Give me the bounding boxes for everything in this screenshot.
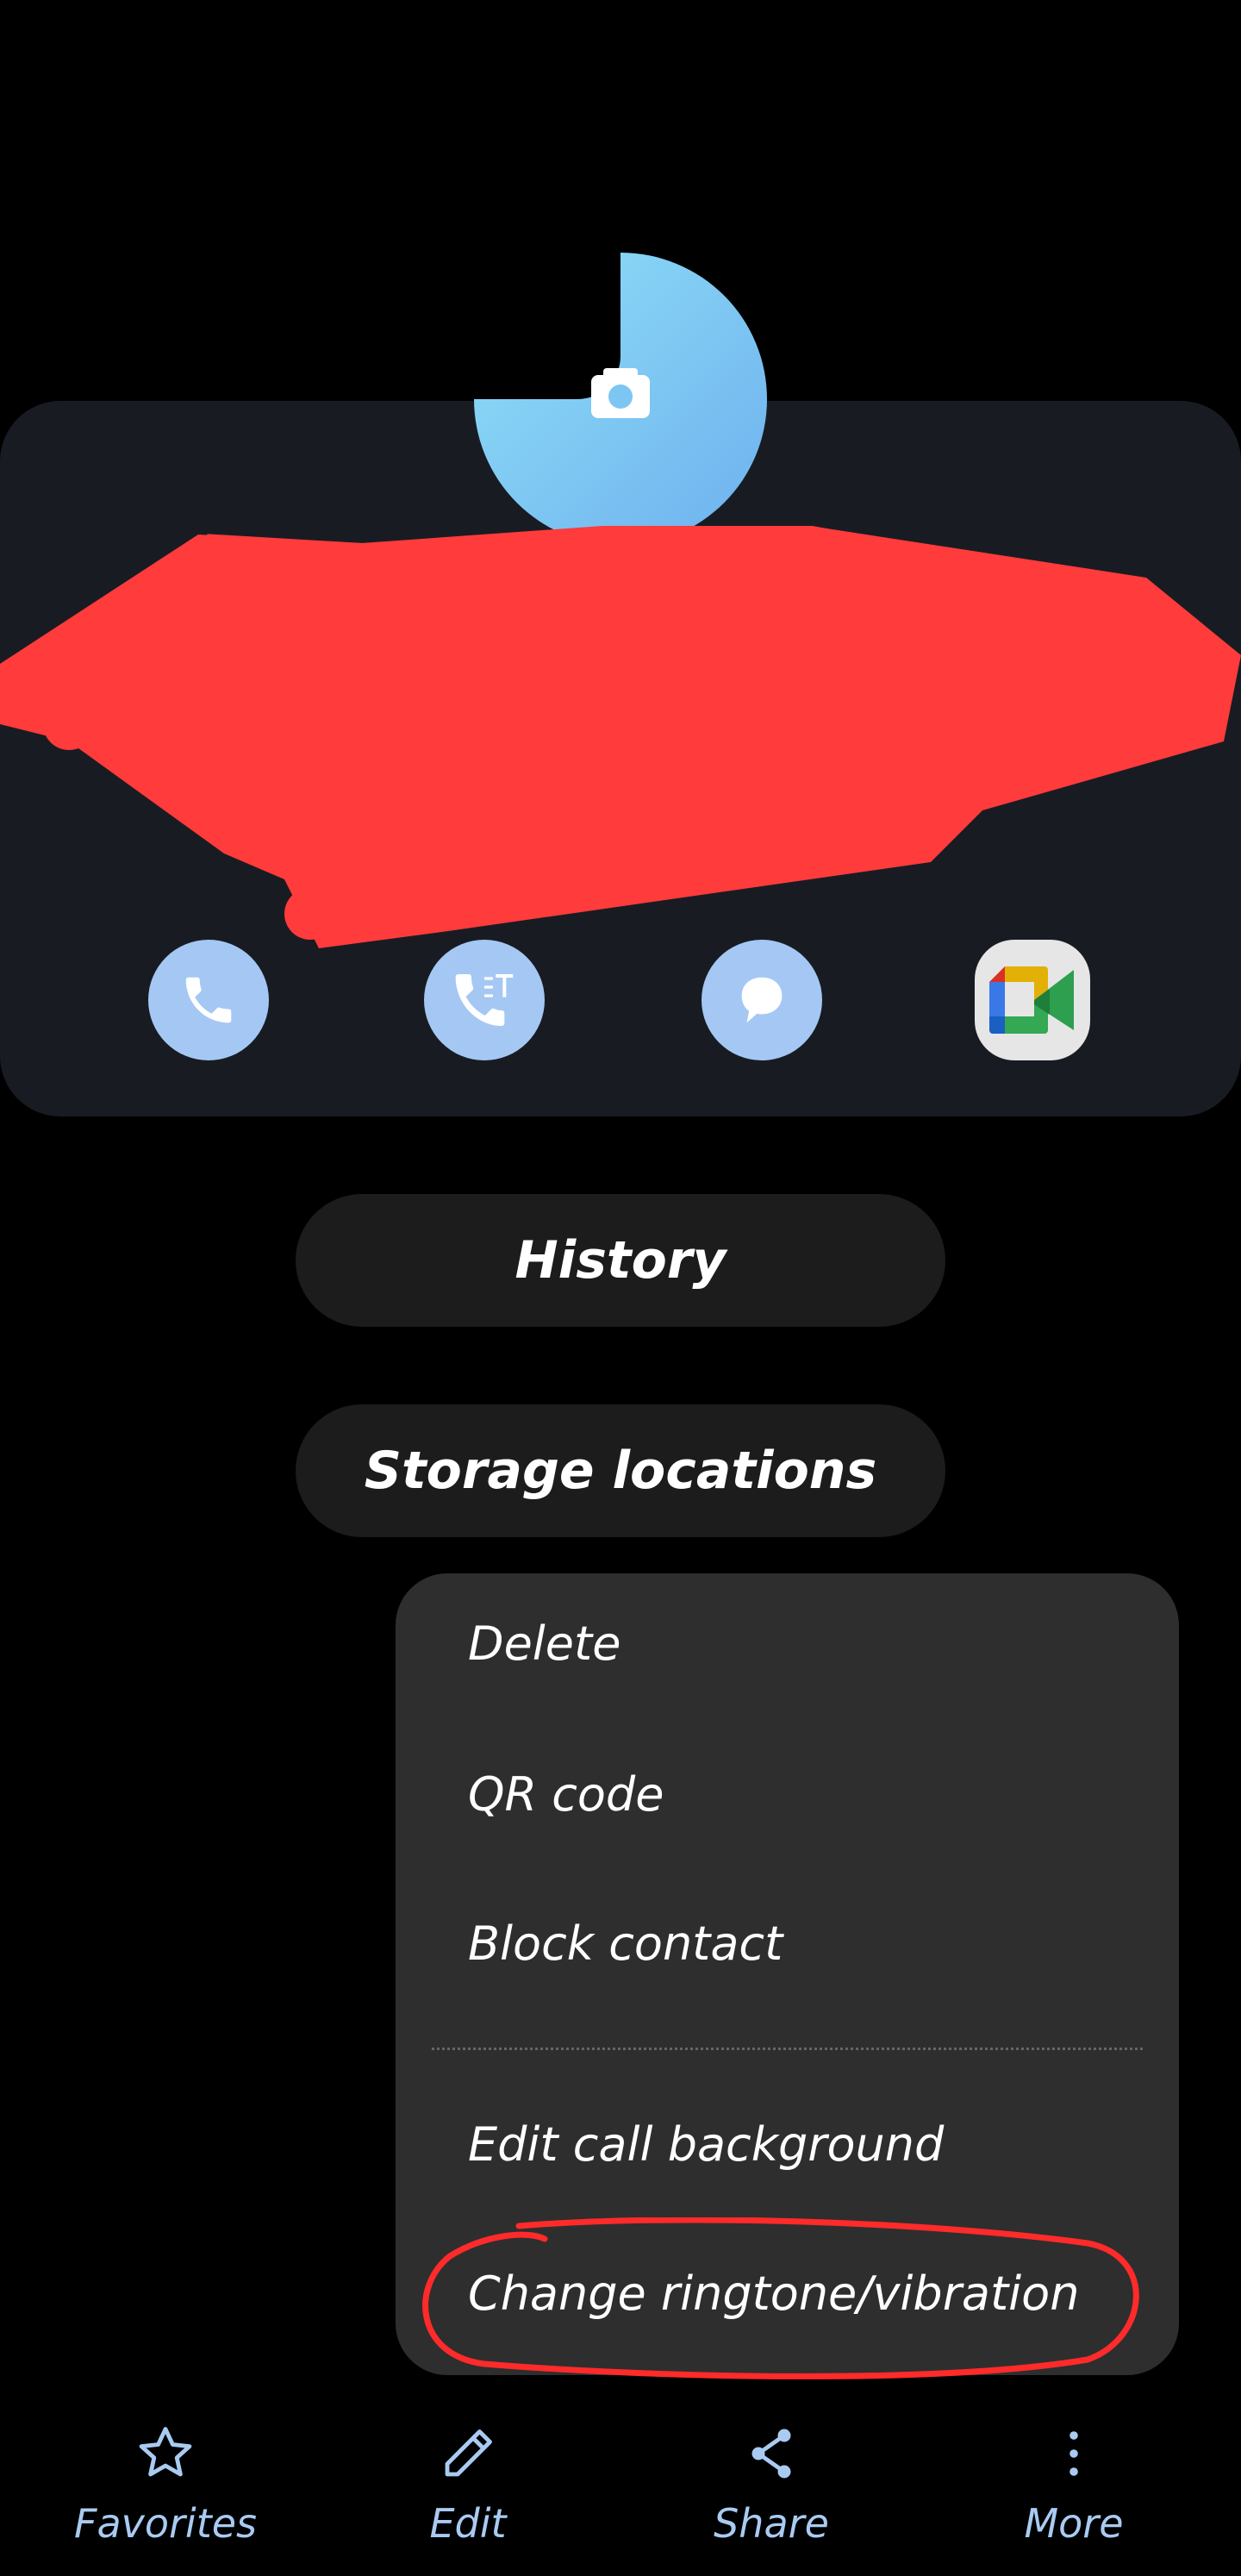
nav-label: Favorites [73,2500,257,2547]
redaction-scribble [0,526,1241,948]
phone-text-icon [455,974,514,1026]
more-vertical-icon [1070,2431,1078,2476]
highlight-circle-annotation [422,2217,1139,2379]
history-button[interactable]: History [296,1194,945,1327]
share-icon [751,2429,791,2479]
phone-icon [185,977,232,1023]
nav-edit[interactable]: Edit [365,2423,571,2547]
rtt-call-button[interactable] [424,940,545,1060]
menu-divider [432,2048,1143,2050]
call-button[interactable] [148,940,269,1060]
nav-label: Edit [429,2500,507,2547]
nav-more[interactable]: More [970,2423,1177,2547]
message-icon [741,977,783,1023]
nav-share[interactable]: Share [668,2423,875,2547]
pencil-icon [445,2429,492,2477]
nav-label: More [1024,2500,1124,2547]
message-button[interactable] [702,940,822,1060]
google-meet-icon [989,966,1074,1034]
google-meet-button[interactable] [975,940,1090,1060]
storage-locations-button[interactable]: Storage locations [296,1404,945,1537]
menu-item-delete[interactable]: Delete [468,1616,620,1671]
menu-item-edit-call-background[interactable]: Edit call background [468,2117,944,2172]
menu-item-qr-code[interactable]: QR code [468,1767,664,1822]
nav-label: Share [714,2500,829,2547]
camera-icon [591,368,650,418]
star-icon [139,2427,192,2477]
menu-item-block-contact[interactable]: Block contact [468,1916,783,1971]
nav-favorites[interactable]: Favorites [62,2423,269,2547]
